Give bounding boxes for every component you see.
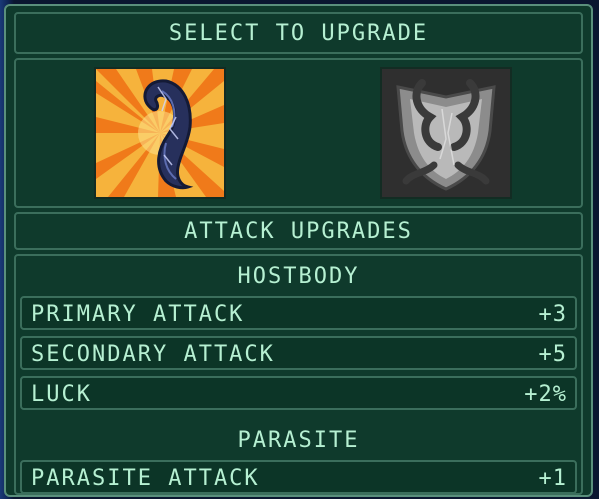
page-title: SELECT TO UPGRADE (168, 21, 429, 46)
stat-row-luck: LUCK +2% (20, 376, 577, 410)
upgrade-choices (14, 58, 583, 208)
stat-label: PARASITE ATTACK (31, 466, 260, 491)
stat-row-secondary-attack: SECONDARY ATTACK +5 (20, 336, 577, 370)
parasite-section-title: PARASITE (237, 428, 360, 453)
stat-label: LUCK (31, 382, 92, 407)
shield-defense-icon (382, 69, 510, 197)
stat-row-primary-attack: PRIMARY ATTACK +3 (20, 296, 577, 330)
choice-defense-button[interactable] (380, 67, 512, 199)
stat-label: PRIMARY ATTACK (31, 302, 245, 327)
upgrade-panel: SELECT TO UPGRADE ATTACK UPGRADES HOSTBO… (4, 4, 593, 497)
stat-row-parasite-attack: PARASITE ATTACK +1 (20, 460, 577, 494)
stat-value: +5 (538, 342, 567, 367)
stat-value: +2% (524, 382, 567, 407)
stat-value: +1 (538, 466, 567, 491)
header-bar: SELECT TO UPGRADE (14, 12, 583, 54)
attack-upgrades-title: ATTACK UPGRADES (184, 219, 413, 244)
upgrades-list: HOSTBODY PRIMARY ATTACK +3 SECONDARY ATT… (14, 254, 583, 495)
choice-attack-button[interactable] (94, 67, 226, 199)
stat-value: +3 (538, 302, 567, 327)
attack-upgrades-header: ATTACK UPGRADES (14, 212, 583, 250)
tentacle-attack-icon (96, 69, 224, 197)
hostbody-section-title: HOSTBODY (237, 264, 360, 289)
stat-label: SECONDARY ATTACK (31, 342, 275, 367)
